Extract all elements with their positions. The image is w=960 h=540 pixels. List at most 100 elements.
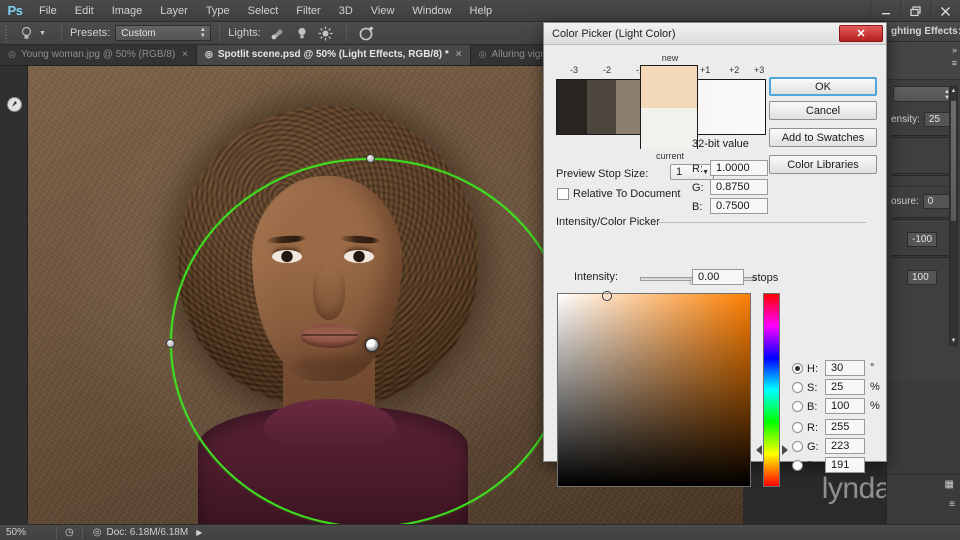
scrollbar-thumb[interactable] (951, 101, 956, 221)
menu-filter[interactable]: Filter (287, 0, 329, 22)
red-radio[interactable] (792, 422, 803, 433)
relative-to-document-checkbox[interactable] (557, 188, 569, 200)
new-current-swatch[interactable]: new current (640, 53, 698, 161)
color-picker-dialog[interactable]: Color Picker (Light Color) ✕ -3 -2 -1 +1… (543, 22, 887, 487)
intensity-slider[interactable] (891, 130, 956, 142)
exposure-slider[interactable] (891, 212, 956, 224)
properties-scrollbar[interactable]: ▲ ▼ (949, 86, 958, 346)
tool-preset-caret-icon[interactable]: ▼ (39, 30, 46, 37)
close-icon[interactable] (930, 0, 960, 22)
saturation-brightness-field[interactable] (557, 291, 751, 487)
scroll-up-icon[interactable]: ▲ (950, 88, 957, 94)
saturation-field[interactable]: 25 (825, 379, 865, 395)
scroll-down-icon[interactable]: ▼ (950, 338, 957, 344)
restore-icon[interactable] (900, 0, 930, 22)
green-radio[interactable] (792, 441, 803, 452)
ok-button[interactable]: OK (769, 77, 877, 96)
slider-track (891, 217, 956, 220)
exposure-swatch-minus3[interactable] (557, 80, 587, 134)
menu-help[interactable]: Help (461, 0, 502, 22)
document-tab-spotlit-scene[interactable]: ◎ Spotlit scene.psd @ 50% (Light Effects… (197, 45, 471, 65)
presets-select[interactable]: Custom ▲ ▼ (115, 25, 212, 41)
spot-light-icon[interactable] (266, 23, 290, 43)
exposure-swatch-plus3[interactable] (735, 80, 766, 134)
title-bar: Ps File Edit Image Layer Type Select Fil… (0, 0, 960, 22)
photoshop-window: Ps File Edit Image Layer Type Select Fil… (0, 0, 960, 540)
brightness-label: B: (807, 401, 818, 413)
point-light-icon[interactable] (290, 23, 314, 43)
slider-track (891, 135, 956, 138)
reset-lights-icon[interactable] (355, 23, 379, 43)
window-controls (870, 0, 960, 22)
exposure-swatch-plus2[interactable] (705, 80, 736, 134)
bit-b-label: B: (692, 201, 703, 213)
panel-menu-icon[interactable]: ≡ (952, 58, 957, 68)
light-handle-left[interactable] (166, 339, 175, 348)
brightness-field[interactable]: 100 (825, 398, 865, 414)
color-libraries-button[interactable]: Color Libraries (769, 155, 877, 174)
dialog-intensity-field[interactable]: 0.00 (692, 269, 744, 285)
menu-file[interactable]: File (30, 0, 66, 22)
bit-r-field[interactable]: 1.0000 (710, 160, 768, 176)
menu-type[interactable]: Type (197, 0, 239, 22)
color-field-marker[interactable] (602, 291, 612, 301)
presets-value: Custom (121, 27, 156, 39)
green-field[interactable]: 223 (825, 438, 865, 454)
light-handle-top[interactable] (366, 154, 375, 163)
hue-slider[interactable] (763, 293, 780, 487)
right-panel-column: ghting Effects ▲▼ » ≡ ▲▼ ensity: 25 osur… (886, 22, 960, 524)
menu-window[interactable]: Window (403, 0, 460, 22)
minimize-icon[interactable] (870, 0, 900, 22)
current-swatch-label: current (655, 151, 684, 161)
menu-image[interactable]: Image (103, 0, 152, 22)
tab-close-icon[interactable]: × (456, 49, 462, 60)
menu-select[interactable]: Select (239, 0, 288, 22)
dialog-title: Color Picker (Light Color) (552, 27, 676, 40)
infinite-light-icon[interactable] (314, 23, 338, 43)
saturation-radio[interactable] (792, 382, 803, 393)
light-bulb-icon[interactable] (15, 23, 37, 43)
hotspot-slider[interactable] (891, 168, 956, 180)
bit-b-field[interactable]: 0.7500 (710, 198, 768, 214)
menu-edit[interactable]: Edit (66, 0, 103, 22)
document-tab-young-woman[interactable]: ◎ Young woman.jpg @ 50% (RGB/8) × (0, 45, 198, 65)
panel-collapse-icon[interactable]: » (952, 45, 957, 55)
tab-close-icon[interactable]: × (182, 49, 188, 60)
move-tool-icon[interactable] (0, 92, 28, 116)
status-expand-icon[interactable]: ▶ (196, 528, 202, 537)
gloss-slider[interactable] (891, 250, 956, 262)
panel-grid-icon[interactable]: ▦ (945, 479, 954, 490)
hue-radio[interactable] (792, 363, 803, 374)
menu-3d[interactable]: 3D (330, 0, 362, 22)
hue-marker-right-icon[interactable] (782, 445, 788, 455)
bit-g-field[interactable]: 0.8750 (710, 179, 768, 195)
dialog-title-bar[interactable]: Color Picker (Light Color) ✕ (544, 23, 886, 45)
add-to-swatches-button[interactable]: Add to Swatches (769, 128, 877, 147)
cancel-button[interactable]: Cancel (769, 101, 877, 120)
hue-field[interactable]: 30 (825, 360, 865, 376)
chevron-down-icon[interactable]: ▼ (702, 169, 709, 176)
gloss-field[interactable]: -100 (907, 231, 938, 247)
red-field[interactable]: 255 (825, 419, 865, 435)
clock-icon[interactable]: ◷ (57, 527, 82, 538)
panel-footer-menu-icon[interactable]: ≡ (949, 499, 955, 510)
current-color-swatch[interactable] (641, 108, 697, 149)
panel-tab-lighting-effects[interactable]: ghting Effects ▲▼ (887, 22, 960, 42)
exposure-swatch-minus2[interactable] (586, 80, 617, 134)
metallic-field[interactable]: 100 (907, 269, 937, 285)
exposure-preview-strip[interactable]: -3 -2 -1 +1 +2 +3 new current (556, 53, 766, 161)
blue-field[interactable]: 191 (825, 457, 865, 473)
properties-panel: ▲ ▼ ensity: 25 osure: 0 -100 100 ▲ ▼ (887, 80, 960, 380)
brightness-radio[interactable] (792, 401, 803, 412)
presets-spinner-icon[interactable]: ▲ ▼ (197, 27, 208, 39)
blue-radio[interactable] (792, 460, 803, 471)
light-type-select[interactable]: ▲ ▼ (893, 86, 954, 102)
options-bar-grip[interactable] (4, 24, 11, 42)
light-center-handle[interactable] (365, 338, 379, 352)
menu-layer[interactable]: Layer (151, 0, 197, 22)
hue-marker-left-icon[interactable] (756, 445, 762, 455)
document-info[interactable]: ◎ Doc: 6.18M/6.18M (83, 527, 188, 538)
dialog-close-icon[interactable]: ✕ (839, 25, 883, 42)
zoom-level[interactable]: 50% (0, 527, 56, 538)
menu-view[interactable]: View (362, 0, 404, 22)
